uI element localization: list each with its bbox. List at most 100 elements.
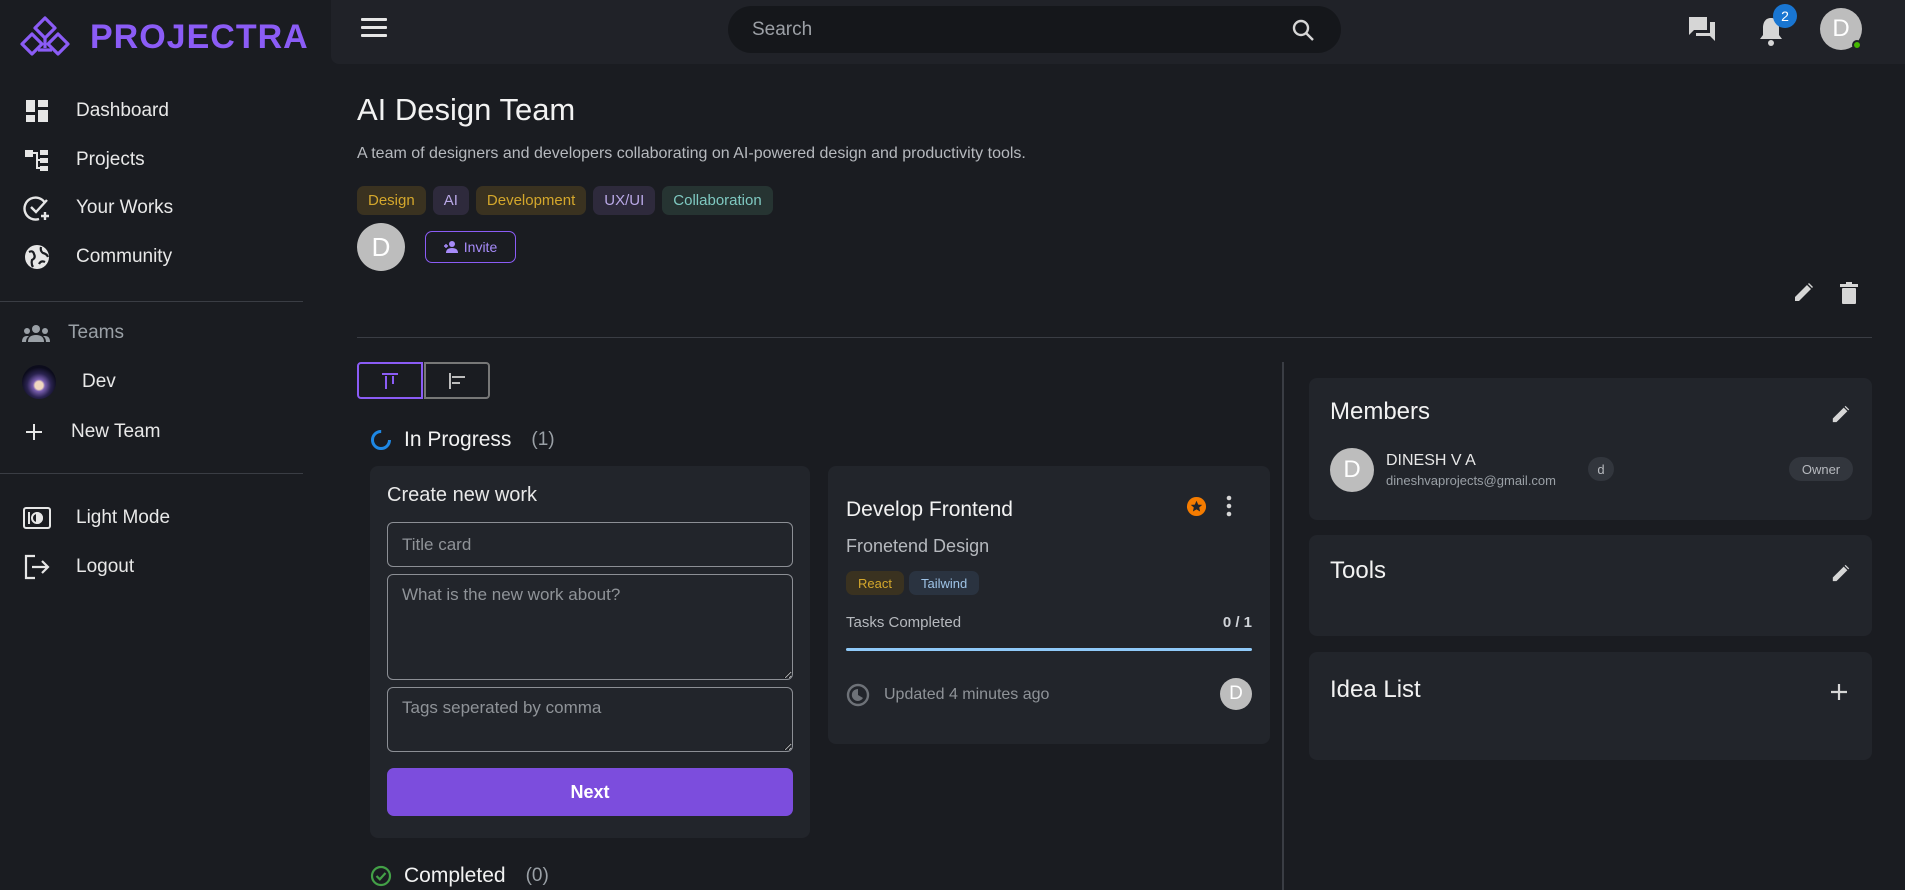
team-tag[interactable]: Development — [475, 186, 587, 215]
tasks-label: Tasks Completed — [846, 614, 962, 631]
members-title: Members — [1330, 398, 1431, 425]
groups-icon — [22, 325, 50, 342]
clock-icon — [846, 683, 870, 707]
work-assignee-avatar[interactable]: D — [1220, 678, 1252, 710]
nav-label: Dashboard — [76, 100, 169, 121]
team-tag[interactable]: Collaboration — [662, 186, 773, 215]
light-mode-toggle[interactable]: Light Mode — [0, 496, 304, 540]
top-bar: 2 D — [331, 0, 1905, 64]
work-tags-textarea[interactable] — [387, 687, 793, 752]
members-panel: Members D DINESH V A dineshvaprojects@gm… — [1309, 378, 1872, 520]
board-view-icon — [382, 372, 398, 389]
member-chip: d — [1588, 457, 1614, 481]
page-title: AI Design Team — [357, 92, 576, 127]
projectra-logo-icon — [20, 16, 70, 56]
work-title: Develop Frontend — [846, 498, 1013, 521]
task-check-icon — [22, 193, 52, 223]
member-avatar[interactable]: D — [1330, 448, 1374, 492]
in-progress-icon — [371, 430, 391, 450]
view-toggle — [357, 362, 490, 399]
plus-icon — [19, 417, 49, 447]
team-tags: Design AI Development UX/UI Collaboration — [357, 186, 773, 215]
invite-button[interactable]: Invite — [425, 231, 516, 263]
member-name: DINESH V A — [1386, 452, 1476, 469]
star-icon[interactable] — [1186, 496, 1207, 517]
team-label: Dev — [82, 371, 116, 392]
search-input[interactable] — [752, 16, 1272, 44]
member-role-badge: Owner — [1789, 457, 1853, 481]
idea-list-panel: Idea List — [1309, 652, 1872, 760]
member-email: dineshvaprojects@gmail.com — [1386, 473, 1556, 488]
edit-tools-icon[interactable] — [1831, 563, 1851, 583]
header-divider — [357, 337, 1872, 338]
work-tag[interactable]: Tailwind — [908, 571, 980, 595]
team-tag[interactable]: Design — [357, 186, 426, 215]
section-count: (1) — [531, 429, 555, 450]
work-card[interactable]: Develop Frontend Fronetend Design React T… — [828, 466, 1270, 744]
work-tag[interactable]: React — [846, 571, 904, 595]
create-work-title: Create new work — [387, 484, 538, 506]
board-view-button[interactable] — [357, 362, 423, 399]
sidebar-divider — [0, 473, 303, 474]
brand-name: PROJECTRA — [90, 17, 309, 56]
work-about-textarea[interactable] — [387, 574, 793, 680]
online-status-dot — [1852, 40, 1862, 50]
nav-community[interactable]: Community — [0, 235, 304, 279]
light-mode-label: Light Mode — [76, 507, 171, 528]
notification-badge: 2 — [1773, 4, 1797, 28]
nav-label: Projects — [76, 149, 145, 170]
column-divider — [1282, 362, 1284, 890]
section-title: Completed — [404, 864, 506, 887]
idea-list-title: Idea List — [1330, 676, 1421, 703]
edit-team-icon[interactable] — [1793, 281, 1815, 303]
teams-label: Teams — [68, 322, 124, 343]
section-count: (0) — [525, 865, 549, 886]
sidebar: PROJECTRA Dashboard Projects Your Works … — [0, 0, 324, 890]
in-progress-header: In Progress (1) — [370, 428, 555, 452]
create-work-card: Create new work Next — [370, 466, 810, 838]
nav-dashboard[interactable]: Dashboard — [0, 89, 304, 133]
section-title: In Progress — [404, 428, 512, 451]
brand[interactable]: PROJECTRA — [18, 14, 309, 60]
team-item-dev[interactable]: Dev — [22, 365, 116, 399]
work-title-input[interactable] — [387, 522, 793, 567]
globe-icon — [22, 242, 52, 272]
add-idea-icon[interactable] — [1829, 682, 1849, 702]
teams-header: Teams — [22, 322, 124, 344]
delete-team-icon[interactable] — [1838, 281, 1860, 305]
new-team-label: New Team — [71, 421, 161, 442]
chat-icon[interactable] — [1687, 15, 1717, 43]
person-add-icon — [443, 241, 458, 253]
completed-header: Completed (0) — [370, 864, 549, 888]
tasks-count: 0 / 1 — [1222, 614, 1252, 631]
menu-icon[interactable] — [361, 18, 387, 40]
team-description: A team of designers and developers colla… — [357, 145, 1026, 162]
updated-status: Updated 4 minutes ago — [846, 683, 1049, 707]
nav-label: Your Works — [76, 197, 174, 218]
team-avatar — [22, 365, 56, 399]
team-tag[interactable]: AI — [432, 186, 469, 215]
work-tags: React Tailwind — [846, 571, 980, 595]
tasks-progress-bar — [846, 648, 1252, 651]
sidebar-divider — [0, 301, 303, 302]
more-vertical-icon[interactable] — [1224, 495, 1234, 517]
logout-icon — [22, 552, 52, 582]
nav-your-works[interactable]: Your Works — [0, 186, 304, 230]
nav-label: Community — [76, 246, 173, 267]
brightness-icon — [22, 503, 52, 533]
work-subtitle: Fronetend Design — [846, 536, 990, 556]
search-icon[interactable] — [1291, 18, 1315, 42]
tools-title: Tools — [1330, 557, 1387, 584]
team-tag[interactable]: UX/UI — [593, 186, 656, 215]
timeline-view-button[interactable] — [424, 362, 490, 399]
new-team-button[interactable]: New Team — [0, 410, 304, 454]
dashboard-icon — [22, 96, 52, 126]
nav-projects[interactable]: Projects — [0, 138, 304, 182]
next-button[interactable]: Next — [387, 768, 793, 816]
timeline-view-icon — [449, 372, 465, 389]
logout-button[interactable]: Logout — [0, 545, 304, 589]
team-member-avatar[interactable]: D — [357, 223, 405, 271]
updated-text: Updated 4 minutes ago — [884, 686, 1050, 703]
logout-label: Logout — [76, 556, 135, 577]
edit-members-icon[interactable] — [1831, 404, 1851, 424]
